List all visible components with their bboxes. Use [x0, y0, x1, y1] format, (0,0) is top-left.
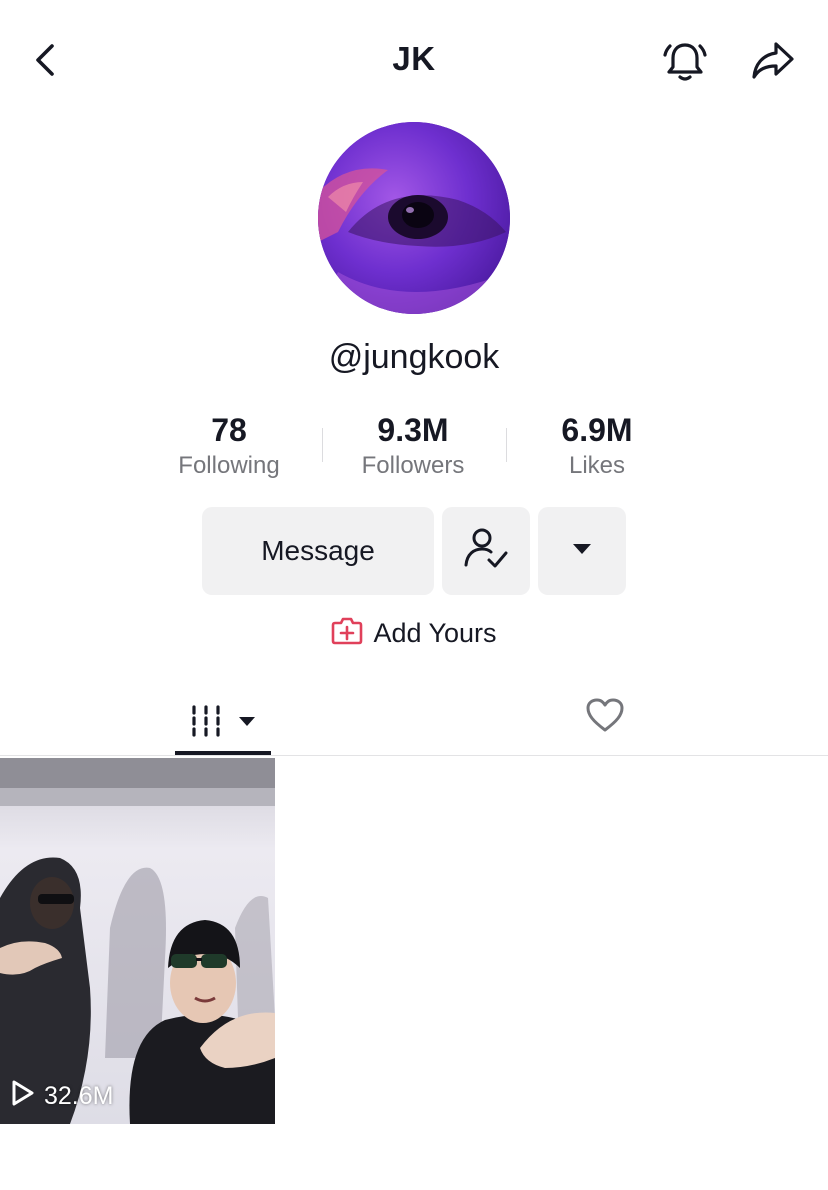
- notification-bell-button[interactable]: [656, 36, 714, 90]
- add-camera-icon: [331, 615, 363, 652]
- view-count-label: 32.6M: [44, 1082, 114, 1110]
- avatar[interactable]: [318, 122, 510, 314]
- followers-label: Followers: [361, 452, 465, 479]
- add-yours-label: Add Yours: [373, 618, 497, 648]
- caret-down-icon: [571, 542, 593, 561]
- following-count: 78: [211, 412, 247, 448]
- heart-outline-icon: [585, 697, 625, 738]
- caret-down-icon: [237, 714, 257, 732]
- stat-likes[interactable]: 6.9M Likes: [512, 410, 682, 480]
- play-outline-icon: [10, 1079, 36, 1114]
- user-check-icon: [462, 527, 510, 576]
- message-button[interactable]: Message: [202, 507, 434, 595]
- video-view-count: 32.6M: [10, 1079, 113, 1114]
- share-arrow-icon: [750, 40, 796, 87]
- more-options-button[interactable]: [538, 507, 626, 595]
- video-thumbnail-image: [0, 758, 275, 1124]
- stat-following[interactable]: 78 Following: [144, 410, 314, 480]
- grid-icon: [189, 704, 223, 743]
- bell-icon: [661, 37, 709, 90]
- likes-label: Likes: [568, 452, 626, 479]
- following-status-button[interactable]: [442, 507, 530, 595]
- share-button[interactable]: [744, 38, 802, 88]
- tab-liked[interactable]: [566, 690, 644, 744]
- video-thumbnail[interactable]: 32.6M: [0, 758, 275, 1124]
- tab-videos[interactable]: [175, 690, 271, 756]
- stat-followers[interactable]: 9.3M Followers: [328, 410, 498, 480]
- tab-bar-divider: [0, 755, 828, 756]
- stat-divider: [506, 428, 507, 462]
- likes-count: 6.9M: [561, 412, 633, 448]
- following-label: Following: [178, 452, 280, 479]
- username: @jungkook: [328, 338, 500, 376]
- followers-count: 9.3M: [377, 412, 449, 448]
- stat-divider: [322, 428, 323, 462]
- purple-eye-avatar: [318, 122, 510, 314]
- add-yours-link[interactable]: Add Yours: [0, 615, 828, 652]
